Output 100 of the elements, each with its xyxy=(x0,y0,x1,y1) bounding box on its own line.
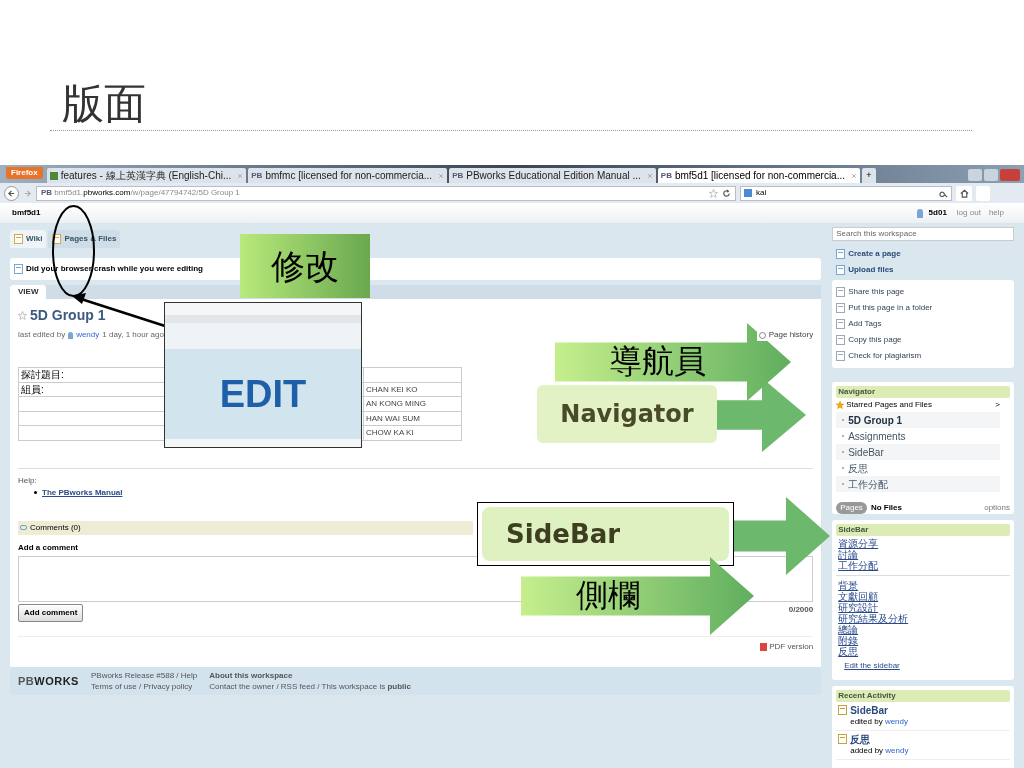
edit-sidebar-link[interactable]: Edit the sidebar xyxy=(836,660,1010,672)
bookmark-icon[interactable] xyxy=(976,185,990,201)
browser-tab[interactable]: PB PBworks Educational Edition Manual ... xyxy=(449,168,656,183)
sidebar-link[interactable]: 背景 xyxy=(838,580,1010,591)
browser-tab[interactable]: features - 線上英漢字典 (English-Chi... xyxy=(46,168,247,183)
action-link[interactable]: Add Tags xyxy=(848,318,882,330)
favicon-label: PB xyxy=(452,169,464,182)
forward-icon[interactable] xyxy=(23,188,32,198)
action-link[interactable]: Copy this page xyxy=(848,334,902,346)
navigator-item[interactable]: 反思 xyxy=(836,460,1000,476)
header-link[interactable]: log out xyxy=(956,207,981,219)
pdf-icon xyxy=(760,642,768,651)
activity-meta: edited by wendy xyxy=(850,716,908,727)
bullet-icon xyxy=(34,491,37,495)
document-icon xyxy=(14,234,23,244)
close-icon[interactable] xyxy=(646,172,653,179)
header-link[interactable]: help xyxy=(988,207,1004,219)
sidebar-link[interactable]: 工作分配 xyxy=(838,560,1010,571)
address-field[interactable]: PB bmf5d1.pbworks.com/w/page/47794742/5D Group 1 xyxy=(36,185,736,201)
user-name: 5d01 xyxy=(928,207,947,219)
zoomed-snippet: Navigator xyxy=(537,385,717,443)
user-icon xyxy=(916,208,923,218)
document-icon xyxy=(836,287,846,297)
footer-text: Terms of use / Privacy policy xyxy=(90,681,194,692)
document-icon xyxy=(836,351,846,361)
add-comment-label: Add a comment xyxy=(18,541,79,554)
widget-header: Navigator xyxy=(836,386,1010,398)
pbworks-logo: PBWORKS xyxy=(18,673,79,689)
create-page-link[interactable]: Create a page xyxy=(848,248,901,260)
star-icon[interactable] xyxy=(836,401,845,409)
sidebar-link[interactable]: 文獻回顧 xyxy=(838,591,1010,602)
activity-meta: added by wendy xyxy=(850,745,909,756)
star-icon[interactable] xyxy=(709,188,718,198)
new-tab-button[interactable]: + xyxy=(862,168,876,183)
action-link[interactable]: Share this page xyxy=(848,286,905,298)
sidebar-link[interactable]: 討論 xyxy=(838,549,1010,560)
chevron-icon[interactable]: > xyxy=(995,399,1000,411)
view-tab[interactable]: VIEW xyxy=(10,285,47,299)
sidebar-link[interactable]: 反思 xyxy=(838,646,1010,657)
edit-time: 1 day, 1 hour ago xyxy=(102,329,164,341)
navigator-item[interactable]: Starred Pages and Files xyxy=(846,399,932,411)
sidebar-link[interactable]: 總論 xyxy=(838,624,1010,635)
minimize-icon[interactable] xyxy=(968,169,982,181)
reload-icon[interactable] xyxy=(722,188,731,198)
navigator-item[interactable]: 5D Group 1 xyxy=(836,412,1000,428)
action-link[interactable]: Put this page in a folder xyxy=(848,302,933,314)
browser-tab[interactable]: PB bmfmc [licensed for non-commercia... xyxy=(248,168,448,183)
favicon-label: PB xyxy=(251,169,263,182)
close-icon[interactable] xyxy=(851,172,857,179)
workspace-search-field[interactable]: Search this workspace xyxy=(832,227,1014,241)
user-link[interactable]: wendy xyxy=(76,329,100,341)
navigator-item[interactable]: 工作分配 xyxy=(836,476,1000,492)
callout-label: 側欄 xyxy=(576,575,640,615)
close-icon[interactable] xyxy=(1000,169,1020,181)
navigator-item[interactable]: SideBar xyxy=(836,444,1000,460)
activity-title[interactable]: SideBar xyxy=(850,705,908,716)
favicon-label: PB xyxy=(660,169,672,182)
close-icon[interactable] xyxy=(438,172,445,179)
tab-title: bmf5d1 [licensed for non-commercia... xyxy=(674,169,845,182)
table-cell: CHOW KA KI xyxy=(364,426,462,440)
manual-link[interactable]: The PBworks Manual xyxy=(42,486,123,499)
slide-title: 版面 xyxy=(62,79,146,128)
sidebar-link[interactable]: 附錄 xyxy=(838,635,1010,646)
options-link[interactable]: options xyxy=(984,501,1010,514)
edit-meta: last edited by xyxy=(18,329,66,341)
browser-tab[interactable]: PB bmf5d1 [licensed for non-commercia... xyxy=(657,168,860,183)
star-icon[interactable] xyxy=(18,311,27,320)
close-icon[interactable] xyxy=(237,172,244,179)
footer-text: Contact the owner / RSS feed / This workspace is public xyxy=(209,681,411,692)
maximize-icon[interactable] xyxy=(984,169,998,181)
page-title: 5D Group 1 xyxy=(30,306,106,325)
document-icon xyxy=(14,264,23,274)
search-icon[interactable] xyxy=(939,188,948,198)
table-cell: AN KONG MING xyxy=(364,397,462,411)
comments-bar[interactable]: Comments (0) xyxy=(18,520,473,535)
character-counter: 0/2000 xyxy=(788,603,814,616)
callout-label: 導航員 xyxy=(610,341,706,381)
upload-files-link[interactable]: Upload files xyxy=(848,264,894,276)
sidebar-link[interactable]: 資源分享 xyxy=(838,538,1010,549)
favicon-icon xyxy=(49,171,58,180)
add-comment-button[interactable]: Add comment xyxy=(18,603,84,622)
document-icon xyxy=(838,705,848,715)
sidebar-link[interactable]: 研究設計 xyxy=(838,602,1010,613)
comment-icon xyxy=(20,525,27,531)
document-icon xyxy=(836,303,846,313)
pdf-link[interactable]: PDF version xyxy=(769,640,814,653)
activity-title[interactable]: 反思 xyxy=(850,734,909,745)
back-icon[interactable] xyxy=(7,188,16,198)
table-cell: CHAN KEI KO xyxy=(364,382,462,397)
workspace-tab[interactable]: Wiki xyxy=(10,230,47,248)
navigator-item[interactable]: Assignments xyxy=(836,428,1000,444)
callout-label: 修改 xyxy=(240,234,370,298)
document-icon xyxy=(838,734,848,744)
search-field[interactable]: kai xyxy=(740,185,952,201)
files-label: No Files xyxy=(870,501,902,514)
user-icon xyxy=(68,331,74,339)
sidebar-link[interactable]: 研究結果及分析 xyxy=(838,613,1010,624)
tab-title: bmfmc [licensed for non-commercia... xyxy=(265,169,433,182)
action-link[interactable]: Check for plagiarism xyxy=(848,350,922,362)
home-icon[interactable] xyxy=(959,188,969,198)
